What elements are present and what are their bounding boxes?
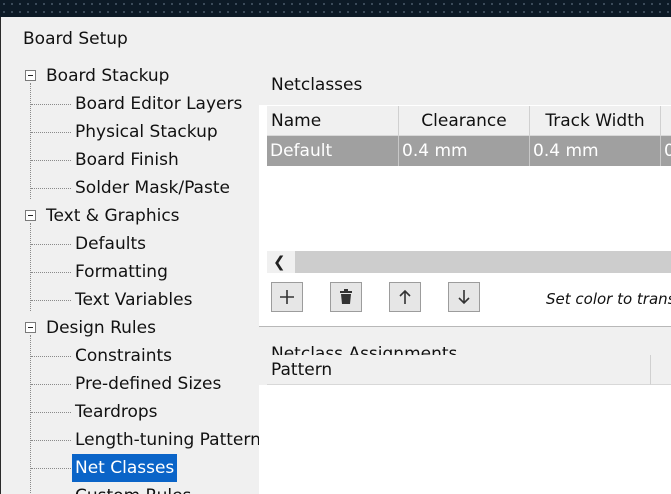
netclasses-panel: Netclasses Name Clearance Track Width De…	[259, 61, 671, 494]
tree-group-text-graphics[interactable]: Text & Graphics	[46, 202, 180, 230]
arrow-down-icon	[458, 290, 470, 305]
column-header-track-width[interactable]: Track Width	[530, 106, 661, 136]
tree-group-board-stackup[interactable]: Board Stackup	[46, 62, 169, 90]
tree-item-text-variables[interactable]: Text Variables	[75, 286, 192, 314]
tree-guide-line	[31, 272, 71, 273]
cell-netclass-name[interactable]: Default	[267, 136, 399, 166]
column-header-next[interactable]	[661, 106, 671, 136]
tree-guide-line	[31, 440, 71, 441]
tree-item-predefined-sizes[interactable]: Pre-defined Sizes	[75, 370, 221, 398]
collapse-toggle-icon[interactable]	[25, 322, 36, 333]
tree-guide-line	[30, 223, 31, 311]
collapse-toggle-icon[interactable]	[25, 70, 36, 81]
tree-guide-line	[30, 83, 31, 199]
tree-item-constraints[interactable]: Constraints	[75, 342, 172, 370]
tree-guide-line	[31, 104, 71, 105]
tree-guide-line	[31, 132, 71, 133]
tree-item-formatting[interactable]: Formatting	[75, 258, 168, 286]
tree-item-solder-mask-paste[interactable]: Solder Mask/Paste	[75, 174, 230, 202]
move-down-button[interactable]	[448, 282, 480, 312]
delete-netclass-button[interactable]	[330, 282, 362, 312]
cell-clearance[interactable]: 0.4 mm	[399, 136, 530, 166]
move-up-button[interactable]	[389, 282, 421, 312]
add-netclass-button[interactable]	[271, 282, 303, 312]
tree-item-teardrops[interactable]: Teardrops	[75, 398, 158, 426]
netclasses-section-label: Netclasses	[271, 75, 363, 95]
tree-group-design-rules[interactable]: Design Rules	[46, 314, 156, 342]
tree-guide-line	[31, 160, 71, 161]
column-header-name[interactable]: Name	[267, 106, 399, 136]
cell-track-width[interactable]: 0.4 mm	[530, 136, 661, 166]
chevron-left-icon[interactable]: ❮	[273, 251, 286, 273]
tree-item-length-tuning-patterns[interactable]: Length-tuning Patterns	[75, 426, 259, 454]
settings-tree: Board Stackup Board Editor Layers Physic…	[1, 61, 259, 494]
arrow-up-icon	[399, 289, 411, 304]
collapse-toggle-icon[interactable]	[25, 210, 36, 221]
color-hint-text: Set color to transp	[546, 290, 671, 308]
trash-icon	[340, 289, 352, 304]
column-header-clearance[interactable]: Clearance	[399, 106, 530, 136]
board-setup-dialog: Board Setup Board Stackup Board Editor L…	[0, 17, 671, 494]
cell-next-column[interactable]: 0	[661, 136, 671, 166]
plus-icon	[280, 290, 294, 304]
tree-item-board-finish[interactable]: Board Finish	[75, 146, 179, 174]
tree-guide-line	[30, 335, 31, 494]
horizontal-scrollbar[interactable]: ❮	[267, 251, 671, 273]
dialog-title: Board Setup	[23, 29, 128, 49]
tree-item-physical-stackup[interactable]: Physical Stackup	[75, 118, 218, 146]
tree-guide-line	[31, 468, 71, 469]
tree-item-board-editor-layers[interactable]: Board Editor Layers	[75, 90, 242, 118]
column-header-assignment-next[interactable]	[651, 355, 671, 385]
tree-guide-line	[31, 244, 71, 245]
column-header-pattern[interactable]: Pattern	[267, 355, 651, 385]
tree-item-net-classes[interactable]: Net Classes	[72, 454, 178, 482]
assignments-grid[interactable]	[267, 385, 671, 494]
tree-item-custom-rules[interactable]: Custom Rules	[75, 482, 191, 494]
tree-guide-line	[31, 356, 71, 357]
tree-guide-line	[31, 412, 71, 413]
scrollbar-thumb[interactable]	[295, 251, 671, 273]
netclasses-header: Netclasses	[259, 61, 671, 105]
tree-guide-line	[31, 188, 71, 189]
tree-item-defaults[interactable]: Defaults	[75, 230, 146, 258]
tree-guide-line	[31, 300, 71, 301]
tree-guide-line	[31, 384, 71, 385]
